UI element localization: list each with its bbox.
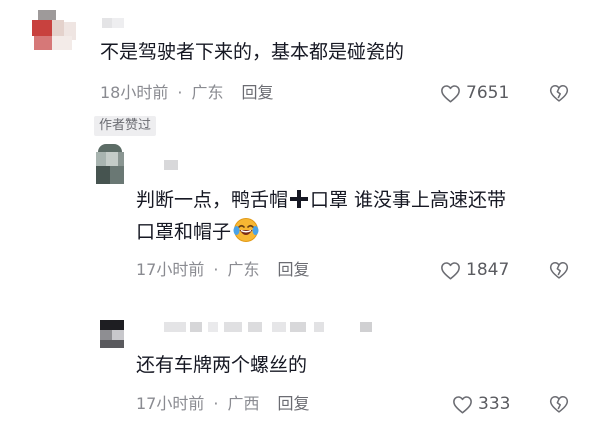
avatar[interactable] xyxy=(96,144,124,184)
like-button[interactable]: 7651 xyxy=(440,82,509,104)
like-count: 1847 xyxy=(466,260,510,280)
comment-text-part: 口罩和帽子 xyxy=(136,221,232,243)
comment-text: 还有车牌两个螺丝的 xyxy=(136,354,308,376)
comment-meta: 18小时前 · 广东 回复 xyxy=(100,82,274,104)
broken-heart-icon[interactable] xyxy=(549,394,569,414)
comment-location: 广西 xyxy=(227,394,260,413)
like-button[interactable]: 1847 xyxy=(440,259,509,281)
reply-button[interactable]: 回复 xyxy=(277,393,309,415)
username[interactable] xyxy=(102,18,124,28)
comment-meta: 17小时前 · 广东 回复 xyxy=(136,259,310,281)
comment-text-part: 口罩 谁没事上高速还带 xyxy=(310,189,507,211)
avatar[interactable] xyxy=(32,8,78,54)
heart-outline-icon xyxy=(441,84,460,102)
like-count: 7651 xyxy=(466,83,510,103)
heavy-plus-icon xyxy=(290,190,309,208)
avatar[interactable] xyxy=(100,320,124,348)
comment-text-part: 判断一点，鸭舌帽 xyxy=(136,189,289,211)
broken-heart-icon[interactable] xyxy=(549,260,569,280)
meta-separator: · xyxy=(177,83,183,102)
username[interactable] xyxy=(164,322,372,332)
heart-outline-icon xyxy=(441,261,460,279)
reply-button[interactable]: 回复 xyxy=(241,82,273,104)
comment-time: 17小时前 xyxy=(136,260,205,279)
comment-time: 17小时前 xyxy=(136,394,205,413)
laughing-crying-emoji xyxy=(233,218,259,242)
comment-text-line: 口罩和帽子 xyxy=(136,217,259,247)
reply-button[interactable]: 回复 xyxy=(277,259,309,281)
like-button[interactable]: 333 xyxy=(452,393,510,415)
author-liked-badge: 作者赞过 xyxy=(94,116,157,136)
comment-time: 18小时前 xyxy=(100,83,169,102)
broken-heart-icon[interactable] xyxy=(549,83,569,103)
comment-text: 不是驾驶者下来的，基本都是碰瓷的 xyxy=(100,41,405,63)
username[interactable] xyxy=(164,160,178,170)
heart-outline-icon xyxy=(453,395,472,413)
like-count: 333 xyxy=(478,394,511,414)
comment-location: 广东 xyxy=(191,83,224,102)
comment-meta: 17小时前 · 广西 回复 xyxy=(136,393,310,415)
comment-text: 判断一点，鸭舌帽 口罩 谁没事上高速还带 xyxy=(136,185,506,215)
comment-location: 广东 xyxy=(227,260,260,279)
meta-separator: · xyxy=(213,394,219,413)
meta-separator: · xyxy=(213,260,219,279)
